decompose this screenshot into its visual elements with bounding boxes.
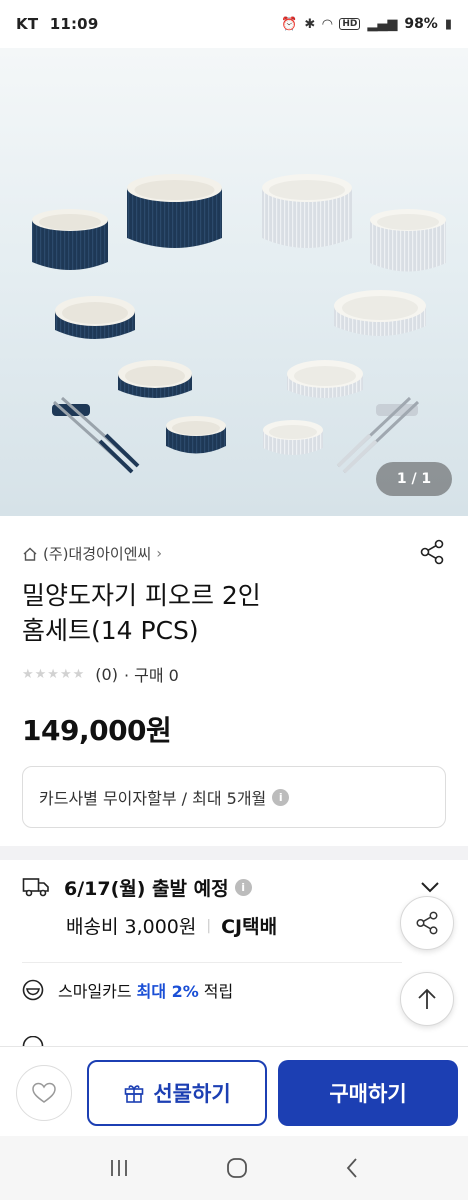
product-image[interactable]: 1 / 1: [0, 48, 468, 516]
product-title: 밀양도자기 피오르 2인 홈세트(14 PCS): [22, 578, 402, 648]
white-small-bowl: [263, 420, 323, 455]
home-nav-icon[interactable]: [225, 1156, 249, 1180]
share-icon: [416, 911, 438, 935]
info-icon[interactable]: i: [234, 878, 252, 896]
clock: 11:09: [49, 15, 99, 33]
battery-icon: ▮: [444, 16, 452, 32]
review-count: (0): [95, 664, 118, 684]
card-benefit-highlight: 최대 2%: [136, 982, 199, 1001]
shipping-row[interactable]: 6/17(월) 출발 예정 i: [22, 870, 446, 904]
status-carrier-time: KT 11:09: [16, 15, 98, 33]
white-bowl-large: [262, 174, 352, 248]
navy-small-bowl: [166, 416, 226, 454]
installment-info[interactable]: 카드사별 무이자할부 / 최대 5개월 i: [22, 766, 446, 828]
section-divider: [0, 846, 468, 860]
alarm-icon: ⏰: [281, 16, 298, 32]
white-bowl-medium: [370, 209, 446, 272]
product-title-line1: 밀양도자기 피오르 2인: [22, 581, 261, 610]
card-benefit-prefix: 스마일카드: [58, 982, 132, 1001]
navy-bowl-large: [127, 174, 222, 248]
scroll-top-button[interactable]: [400, 972, 454, 1026]
info-icon[interactable]: i: [272, 788, 290, 806]
buy-button[interactable]: 구매하기: [278, 1060, 458, 1126]
product-title-line2: 홈세트(14 PCS): [22, 616, 199, 645]
product-price: 149,000원: [22, 714, 172, 747]
share-icon[interactable]: [418, 538, 446, 566]
hd-badge: HD: [339, 18, 361, 30]
purchase-count: · 구매 0: [123, 666, 179, 685]
white-plate-2: [287, 360, 363, 398]
buy-label: 구매하기: [329, 1082, 407, 1106]
share-float-button[interactable]: [400, 896, 454, 950]
signal-icon: ▂▄▆: [367, 16, 398, 32]
back-icon[interactable]: [344, 1157, 360, 1179]
product-photo-illustration: [0, 48, 468, 516]
card-benefit-suffix: 적립: [203, 982, 234, 1001]
carrier-label: KT: [16, 15, 39, 33]
image-counter: 1 / 1: [376, 462, 452, 496]
gift-button[interactable]: 선물하기: [87, 1060, 267, 1126]
chevron-down-icon[interactable]: [420, 881, 440, 893]
battery-percent: 98%: [404, 16, 438, 32]
home-icon: [23, 547, 37, 561]
white-plate-1: [334, 290, 426, 336]
brand-link[interactable]: (주)대경아이엔씨 ›: [22, 543, 162, 564]
installment-text: 카드사별 무이자할부 / 최대 5개월: [39, 789, 267, 808]
status-icons: ⏰ ✱ ◠ HD ▂▄▆ 98% ▮: [281, 16, 452, 32]
card-benefit-row[interactable]: 스마일카드 최대 2% 적립: [22, 978, 233, 1002]
bluetooth-icon: ✱: [304, 16, 316, 32]
wishlist-button[interactable]: [16, 1065, 72, 1121]
truck-icon: [22, 878, 49, 897]
star-rating-icon: ★★★★★: [22, 666, 86, 682]
chevron-right-icon: ›: [156, 545, 162, 562]
smile-card-icon: [22, 979, 44, 1001]
heart-icon: [32, 1082, 56, 1103]
row-divider: [22, 962, 402, 963]
bottom-action-bar: 선물하기 구매하기: [0, 1046, 468, 1136]
shipping-fee-row: 배송비 3,000원 | CJ택배: [66, 912, 277, 939]
gift-label: 선물하기: [153, 1082, 231, 1106]
navy-bowl-medium: [32, 209, 108, 270]
shipping-fee: 배송비 3,000원: [66, 916, 197, 938]
status-bar: KT 11:09 ⏰ ✱ ◠ HD ▂▄▆ 98% ▮: [0, 0, 468, 48]
navy-plate-1: [55, 296, 135, 339]
arrow-up-icon: [418, 988, 436, 1009]
gift-icon: [125, 1085, 144, 1103]
navy-plate-2: [118, 360, 192, 398]
system-nav-bar: [0, 1136, 468, 1200]
brand-name: (주)대경아이엔씨: [43, 545, 152, 563]
shipping-carrier: CJ택배: [221, 916, 278, 938]
recent-apps-icon[interactable]: [108, 1158, 130, 1178]
shipping-date: 6/17(월) 출발 예정: [64, 877, 229, 900]
separator: |: [206, 917, 212, 934]
rating-row[interactable]: ★★★★★ (0) · 구매 0: [22, 662, 179, 686]
wifi-icon: ◠: [322, 16, 333, 32]
